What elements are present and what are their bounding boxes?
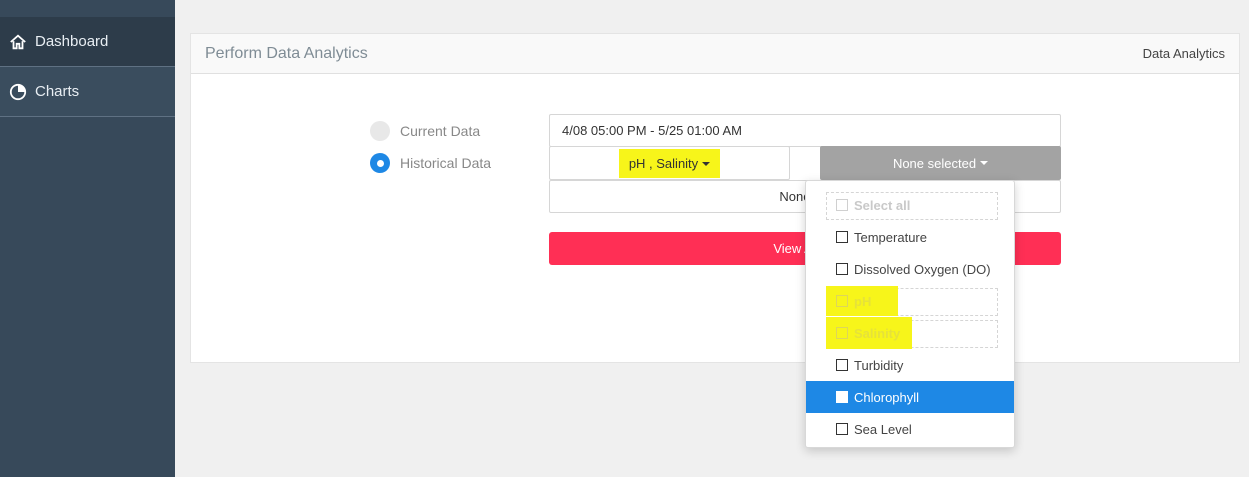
checkbox[interactable] (836, 231, 848, 243)
home-icon (8, 32, 28, 52)
breadcrumb[interactable]: Data Analytics (1143, 46, 1225, 61)
radio-historical-data[interactable]: Historical Data (370, 147, 491, 179)
checkbox[interactable] (836, 359, 848, 371)
data-source-radio-group: Current Data Historical Data (370, 115, 491, 179)
sidebar-item-dashboard[interactable]: Dashboard (0, 17, 175, 67)
sidebar-item-label: Dashboard (35, 33, 109, 50)
page-title: Perform Data Analytics (205, 44, 368, 62)
dropdown-item-chlorophyll[interactable]: Chlorophyll (806, 381, 1014, 413)
checkbox[interactable] (836, 423, 848, 435)
dropdown-item-select-all[interactable]: Select all (806, 189, 1014, 221)
sidebar: Dashboard Charts (0, 0, 175, 477)
date-range-input[interactable]: 4/08 05:00 PM - 5/25 01:00 AM (549, 114, 1061, 147)
dropdown-item-dissolved-oxygen[interactable]: Dissolved Oxygen (DO) (806, 253, 1014, 285)
checkbox[interactable] (836, 327, 848, 339)
dropdown-item-sea-level[interactable]: Sea Level (806, 413, 1014, 445)
checkbox[interactable] (836, 263, 848, 275)
parameter-selected-value: pH , Salinity (628, 155, 699, 171)
sidebar-item-label: Charts (35, 83, 80, 100)
panel-header: Perform Data Analytics Data Analytics (191, 34, 1239, 74)
dropdown-item-ph[interactable]: pH (806, 285, 1014, 317)
checkbox[interactable] (836, 295, 848, 307)
caret-down-icon (980, 161, 989, 165)
sidebar-item-charts[interactable]: Charts (0, 67, 175, 117)
radio-button[interactable] (370, 121, 390, 141)
second-multiselect[interactable]: None selected (820, 146, 1061, 180)
dropdown-item-turbidity[interactable]: Turbidity (806, 349, 1014, 381)
parameter-dropdown-menu: Select all Temperature Dissolved Oxygen … (805, 180, 1015, 448)
caret-down-icon (702, 162, 711, 167)
checkbox[interactable] (836, 199, 848, 211)
checkbox[interactable] (836, 391, 848, 403)
parameter-multiselect[interactable]: pH , Salinity (549, 146, 790, 180)
dropdown-item-temperature[interactable]: Temperature (806, 221, 1014, 253)
radio-current-data[interactable]: Current Data (370, 115, 491, 147)
pie-chart-icon (8, 82, 28, 102)
analytics-panel: Perform Data Analytics Data Analytics Cu… (190, 33, 1240, 363)
radio-button-checked[interactable] (370, 153, 390, 173)
dropdown-item-salinity[interactable]: Salinity (806, 317, 1014, 349)
